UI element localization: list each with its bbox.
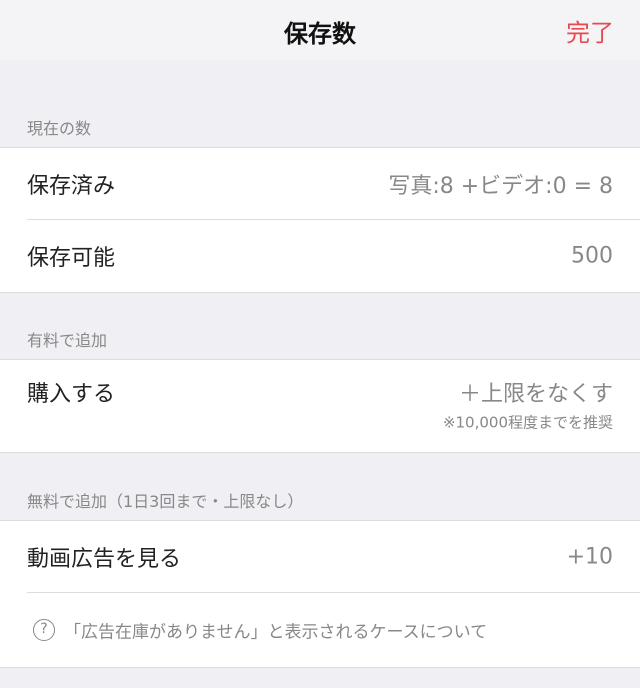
capacity-label: 保存可能: [27, 246, 116, 271]
free-group: 動画広告を見る +10 ? 「広告在庫がありません」と表示されるケースについて: [0, 520, 640, 668]
capacity-row: 保存可能 500: [0, 220, 640, 292]
saved-value: 写真:8 +ビデオ:0 = 8: [388, 174, 613, 199]
ad-inventory-help-row[interactable]: ? 「広告在庫がありません」と表示されるケースについて: [0, 593, 640, 667]
video-ad-label: 動画広告を見る: [27, 547, 182, 572]
capacity-value: 500: [571, 243, 613, 269]
section-header-current: 現在の数: [27, 119, 92, 138]
purchase-value: ＋上限をなくす: [458, 382, 613, 407]
paid-group: 購入する ＋上限をなくす ※10,000程度までを推奨: [0, 359, 640, 453]
saved-label: 保存済み: [27, 174, 116, 199]
navigation-bar: 保存数 完了: [0, 0, 640, 60]
ad-inventory-help-link[interactable]: 「広告在庫がありません」と表示されるケースについて: [64, 618, 487, 643]
saved-row: 保存済み 写真:8 +ビデオ:0 = 8: [0, 148, 640, 220]
purchase-note: ※10,000程度までを推奨: [442, 413, 613, 432]
video-ad-value: +10: [566, 544, 613, 570]
page-title: 保存数: [284, 20, 356, 48]
purchase-row[interactable]: 購入する ＋上限をなくす ※10,000程度までを推奨: [0, 360, 640, 452]
done-button[interactable]: 完了: [566, 13, 614, 48]
section-header-paid: 有料で追加: [27, 331, 108, 350]
current-count-group: 保存済み 写真:8 +ビデオ:0 = 8 保存可能 500: [0, 147, 640, 293]
section-header-free: 無料で追加（1日3回まで・上限なし）: [27, 492, 304, 511]
question-circle-icon: ?: [33, 619, 55, 641]
video-ad-row[interactable]: 動画広告を見る +10: [0, 521, 640, 593]
purchase-label: 購入する: [27, 382, 116, 407]
